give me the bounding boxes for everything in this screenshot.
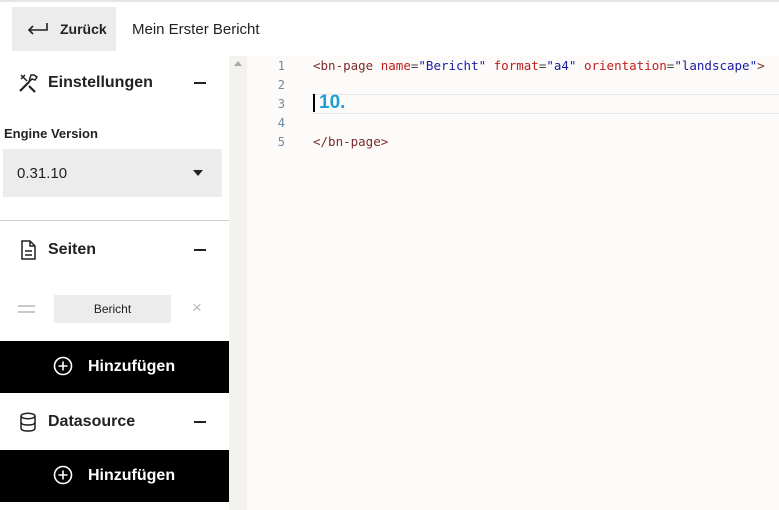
attr-format: format [493,58,539,73]
back-button[interactable]: Zurück [12,7,116,51]
settings-collapse-icon[interactable] [194,82,206,84]
pages-section-header[interactable]: Seiten [0,230,229,270]
page-list-item: Bericht × [0,294,229,324]
text-cursor [313,94,315,112]
datasource-collapse-icon[interactable] [194,421,206,423]
sidebar: Einstellungen Engine Version 0.31.10 Sei… [0,56,229,510]
attr-orientation: orientation [583,58,667,73]
add-datasource-label: Hinzufügen [88,467,176,484]
tag-open: <bn-page [313,58,374,73]
line-number: 3 [277,97,285,111]
code-editor[interactable]: 1 2 3 4 5 <bn-page name="Bericht" format… [229,56,779,510]
active-line-highlight [311,94,779,114]
scroll-up-icon[interactable] [234,61,242,66]
line-number: 2 [277,78,285,92]
add-datasource-button[interactable]: Hinzufügen [0,450,229,502]
back-arrow-icon [27,23,48,35]
attr-name: name [380,58,411,73]
add-page-button[interactable]: Hinzufügen [0,341,229,393]
plus-circle-icon [53,356,73,376]
plus-circle-icon [53,465,73,485]
database-icon [20,412,36,432]
line-number: 4 [277,116,285,130]
document-icon [21,240,36,260]
line-number: 5 [277,135,285,149]
drag-handle-icon[interactable] [18,305,35,313]
engine-version-label: Engine Version [4,126,98,141]
code-line-1[interactable]: <bn-page name="Bericht" format="a4" orie… [313,58,765,73]
settings-title: Einstellungen [48,74,153,91]
attr-value-format: "a4" [546,58,577,73]
datasource-title: Datasource [48,413,136,430]
line-number: 1 [277,59,285,73]
pages-title: Seiten [48,241,97,258]
chevron-down-icon [193,170,203,176]
tag-close: > [757,58,765,73]
attr-value-name: "Bericht" [418,58,487,73]
editor-scrollbar[interactable] [229,56,247,510]
add-page-label: Hinzufügen [88,358,176,375]
engine-version-value: 0.31.10 [17,164,68,182]
pages-collapse-icon[interactable] [194,249,206,251]
page-item-bericht[interactable]: Bericht [54,295,171,323]
top-border [0,0,779,2]
section-divider [0,220,229,221]
tools-icon [19,74,39,93]
code-line-5[interactable]: </bn-page> [313,134,388,149]
annotation-marker: 10. [319,92,346,113]
back-button-label: Zurück [60,21,107,37]
engine-version-select[interactable]: 0.31.10 [3,149,222,197]
attr-value-orientation: "landscape" [674,58,758,73]
datasource-section-header[interactable]: Datasource [0,402,229,442]
remove-page-icon[interactable]: × [192,299,206,316]
report-title: Mein Erster Bericht [132,21,260,38]
settings-section-header[interactable]: Einstellungen [0,63,229,103]
